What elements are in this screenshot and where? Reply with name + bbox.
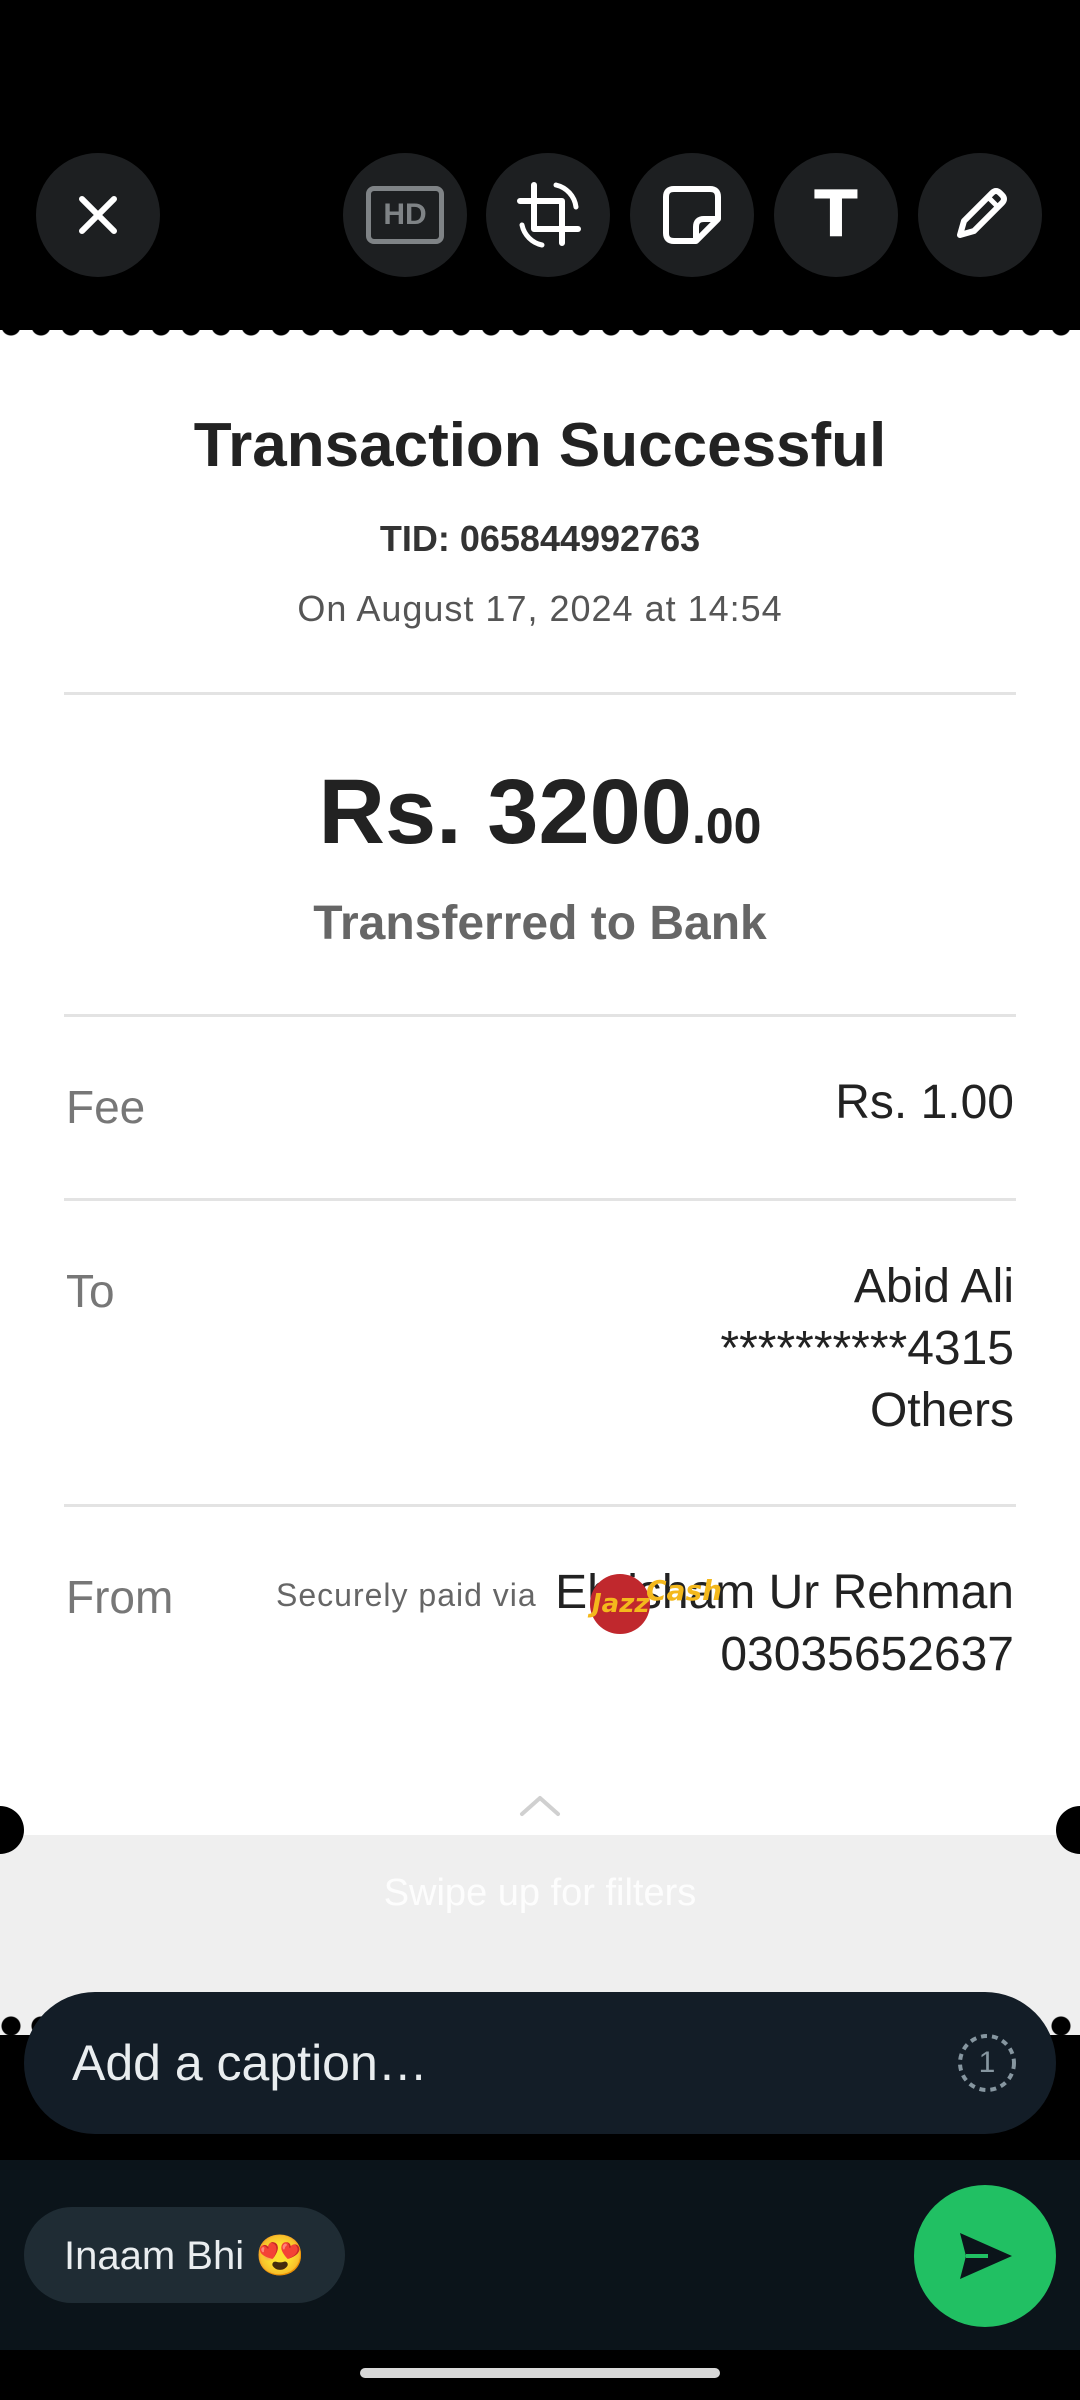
bottom-bar: Inaam Bhi 😍	[0, 2160, 1080, 2350]
hd-icon: HD	[366, 186, 444, 244]
to-account: **********4315	[720, 1322, 1014, 1375]
hd-quality-button[interactable]: HD	[343, 153, 467, 277]
fee-label: Fee	[66, 1081, 146, 1133]
pencil-icon	[957, 188, 1007, 238]
swipe-filters-hint[interactable]: Swipe up for filters	[0, 1872, 1080, 1915]
fee-value: Rs. 1.00	[835, 1076, 1014, 1129]
receipt-image: Transaction Successful TID: 065844992763…	[0, 330, 1080, 2035]
hd-label: HD	[383, 198, 427, 231]
close-icon	[79, 196, 117, 234]
close-button[interactable]	[36, 153, 160, 277]
jazzcash-logo: Jazz Cash	[584, 1560, 734, 1645]
amount-main: Rs. 3200	[318, 761, 692, 863]
text-tool-icon: T	[814, 178, 858, 252]
to-label: To	[66, 1265, 115, 1317]
caption-input[interactable]: Add a caption… 1	[24, 1992, 1056, 2134]
svg-text:Cash: Cash	[646, 1574, 722, 1607]
home-indicator[interactable]	[360, 2368, 720, 2378]
send-button[interactable]	[914, 2185, 1056, 2327]
to-name: Abid Ali	[853, 1260, 1014, 1313]
divider	[64, 1014, 1016, 1017]
text-tool-button[interactable]: T	[774, 153, 898, 277]
svg-text:Jazz: Jazz	[587, 1589, 650, 1619]
view-once-button[interactable]: 1	[956, 2032, 1018, 2099]
secure-paid-text: Securely paid via	[276, 1577, 537, 1613]
crop-rotate-icon	[517, 182, 581, 248]
caption-placeholder: Add a caption…	[72, 2035, 428, 2091]
to-bank: Others	[869, 1384, 1014, 1437]
sticker-button[interactable]	[630, 153, 754, 277]
transaction-id: TID: 065844992763	[379, 518, 701, 559]
receipt-edge	[0, 316, 1080, 336]
chevron-up-icon	[520, 1796, 560, 1816]
view-once-label: 1	[978, 2046, 996, 2079]
sticker-icon	[663, 186, 721, 244]
transaction-title: Transaction Successful	[193, 411, 887, 480]
amount-decimal: .00	[691, 798, 762, 854]
divider	[64, 1198, 1016, 1201]
to-details: Abid Ali **********4315 Others	[720, 1256, 1014, 1442]
recipient-name: Inaam Bhi 😍	[64, 2233, 306, 2278]
from-label: From	[66, 1571, 174, 1623]
recipient-chip[interactable]: Inaam Bhi 😍	[24, 2207, 346, 2303]
crop-rotate-button[interactable]	[486, 153, 610, 277]
send-icon	[960, 2233, 1012, 2279]
divider	[64, 1504, 1016, 1507]
draw-button[interactable]	[918, 153, 1042, 277]
divider	[64, 692, 1016, 695]
transaction-amount: Rs. 3200.00	[0, 760, 1080, 865]
transfer-type: Transferred to Bank	[313, 897, 767, 950]
transaction-date: On August 17, 2024 at 14:54	[297, 588, 783, 629]
